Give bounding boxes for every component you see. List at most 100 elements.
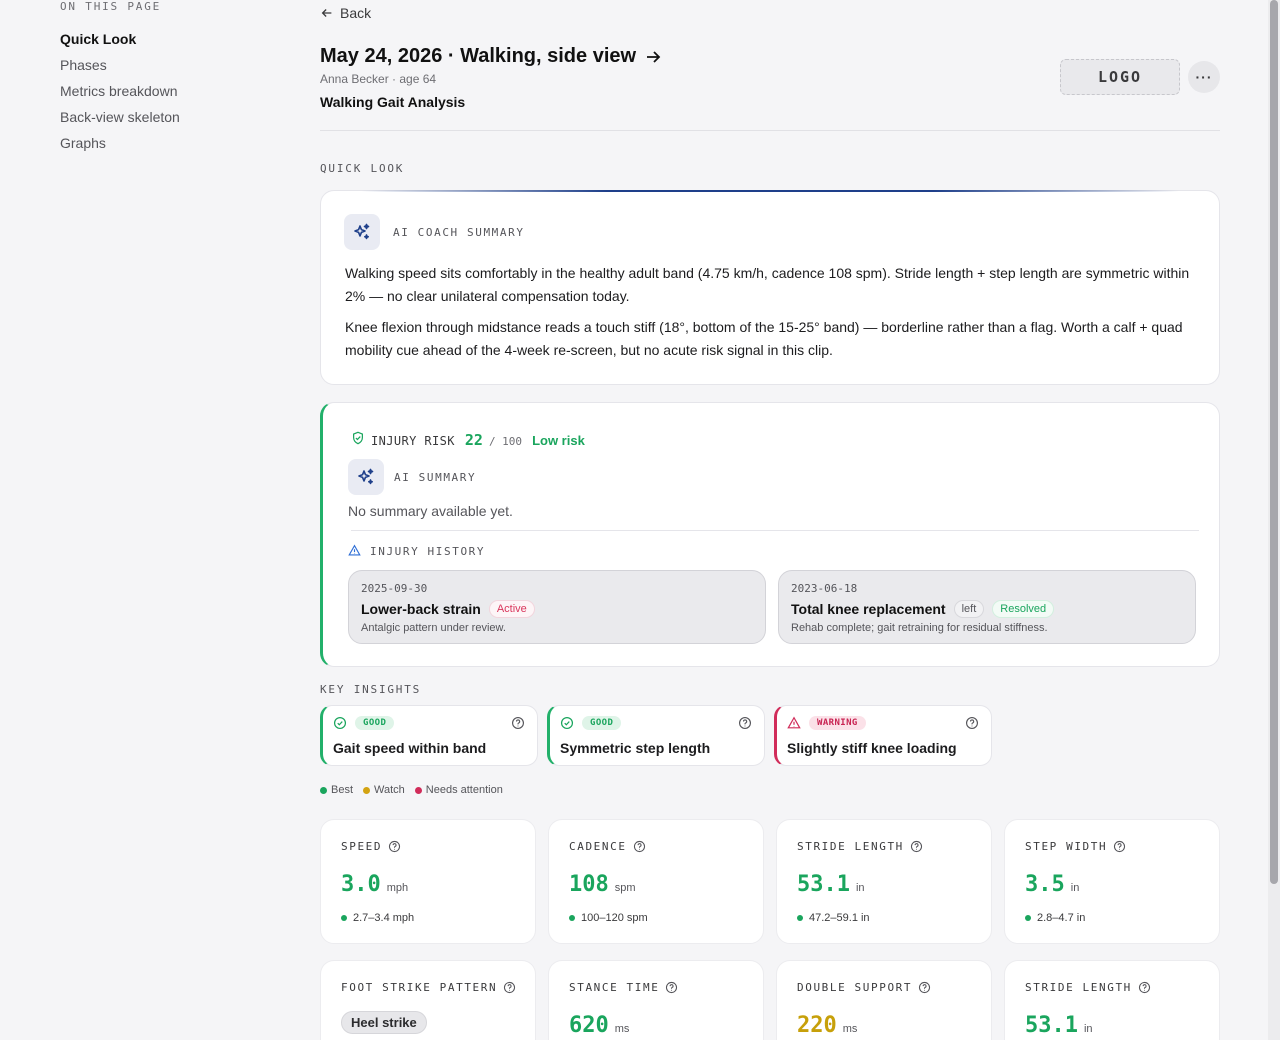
nav-item-phases[interactable]: Phases (60, 56, 260, 82)
insight-text: Slightly stiff knee loading (787, 740, 957, 756)
injury-history-label: INJURY HISTORY (370, 545, 486, 558)
metric-unit: ms (614, 1023, 630, 1035)
more-icon: ··· (1195, 69, 1213, 85)
metric-value: 53.1 (1025, 1013, 1078, 1038)
metric-card-cadence[interactable]: CADENCE 108 spm 100–120 spm (548, 819, 764, 944)
nav-item-quick-look[interactable]: Quick Look (60, 30, 260, 56)
shield-check-icon (353, 431, 363, 445)
injury-history-item[interactable]: 2023-06-18 Total knee replacement left R… (778, 570, 1196, 644)
green-dot-icon (320, 786, 327, 794)
amber-dot-icon (363, 786, 371, 794)
insight-badge: GOOD (355, 716, 395, 730)
metric-value: 3.0 (341, 872, 381, 897)
warning-triangle-icon (348, 544, 361, 556)
metric-label: STANCE TIME (569, 981, 660, 994)
metric-unit: in (855, 882, 865, 894)
legend-watch: Watch (363, 784, 405, 796)
injury-risk-card: INJURY RISK 22 / 100 Low risk AI SUMMARY… (320, 402, 1220, 667)
metric-card-stride-length[interactable]: STRIDE LENGTH 53.1 in 47.2–59.1 in (776, 819, 992, 944)
nav-item-graphs[interactable]: Graphs (60, 134, 260, 160)
foot-strike-tag: Heel strike (341, 1011, 427, 1034)
coach-paragraph-2: Knee flexion through midstance reads a t… (345, 319, 1183, 358)
legend-attention: Needs attention (414, 784, 503, 796)
scrollbar-thumb[interactable] (1270, 0, 1278, 884)
injury-date: 2023-06-18 (791, 582, 858, 595)
status-legend: Best Watch Needs attention (320, 784, 503, 796)
help-icon[interactable] (918, 981, 931, 994)
metric-range: 2.8–4.7 in (1037, 912, 1086, 924)
metric-card-step-width[interactable]: STEP WIDTH 3.5 in 2.8–4.7 in (1004, 819, 1220, 944)
help-icon[interactable] (1113, 840, 1126, 853)
arrow-right-icon[interactable] (644, 48, 662, 66)
legend-attention-label: Needs attention (425, 784, 503, 796)
on-this-page-nav: ON THIS PAGE Quick Look Phases Metrics b… (60, 0, 260, 160)
metric-value: 3.5 (1025, 872, 1065, 897)
metric-value: 53.1 (797, 872, 850, 897)
back-link[interactable]: Back (320, 5, 371, 21)
help-icon[interactable] (511, 716, 525, 730)
report-name: Walking Gait Analysis (320, 94, 466, 110)
logo-placeholder: LOGO (1060, 59, 1180, 95)
help-icon[interactable] (665, 981, 678, 994)
coach-summary-label: AI COACH SUMMARY (393, 226, 525, 239)
insight-card[interactable]: WARNING Slightly stiff knee loading (774, 705, 992, 766)
title-row: May 24, 2026 · Walking, side view (320, 45, 662, 68)
check-circle-icon (560, 716, 574, 730)
more-options-button[interactable]: ··· (1188, 61, 1220, 93)
help-icon[interactable] (633, 840, 646, 853)
coach-paragraph-1: Walking speed sits comfortably in the he… (345, 265, 1190, 304)
help-icon[interactable] (388, 840, 401, 853)
metric-range: 47.2–59.1 in (809, 912, 870, 924)
page-title: May 24, 2026 · Walking, side view (320, 45, 637, 67)
insight-card[interactable]: GOOD Symmetric step length (547, 705, 765, 766)
status-dot-icon (1025, 915, 1031, 921)
metric-range: 2.7–3.4 mph (353, 912, 415, 924)
check-circle-icon (333, 716, 347, 730)
sparkles-icon (344, 214, 380, 250)
risk-divider (351, 530, 1199, 531)
injury-note: Rehab complete; gait retraining for resi… (791, 622, 1048, 634)
injury-note: Antalgic pattern under review. (361, 622, 506, 634)
help-icon[interactable] (965, 716, 979, 730)
back-label: Back (340, 5, 372, 21)
ai-summary-label: AI SUMMARY (394, 471, 477, 484)
status-dot-icon (797, 915, 803, 921)
page-scrollbar[interactable] (1268, 0, 1280, 1040)
insight-badge: WARNING (809, 716, 866, 730)
metric-unit: spm (614, 882, 636, 894)
status-badge: Active (488, 600, 535, 618)
insight-text: Gait speed within band (333, 740, 487, 756)
nav-item-metrics-breakdown[interactable]: Metrics breakdown (60, 82, 260, 108)
metric-unit: in (1083, 1023, 1093, 1035)
metric-card-double-support[interactable]: DOUBLE SUPPORT 220 ms (776, 960, 992, 1040)
metric-unit: ms (842, 1023, 858, 1035)
injury-risk-score: 22 (464, 431, 483, 449)
help-icon[interactable] (910, 840, 923, 853)
nav-item-back-view-skeleton[interactable]: Back-view skeleton (60, 108, 260, 134)
injury-name: Lower-back strain (361, 601, 481, 617)
status-dot-icon (341, 915, 347, 921)
metric-unit: in (1070, 882, 1080, 894)
metric-label: CADENCE (569, 840, 627, 853)
key-insights-heading: KEY INSIGHTS (320, 683, 422, 696)
help-icon[interactable] (1138, 981, 1151, 994)
metric-card-speed[interactable]: SPEED 3.0 mph 2.7–3.4 mph (320, 819, 536, 944)
injury-history-item[interactable]: 2025-09-30 Lower-back strain Active Anta… (348, 570, 766, 644)
ai-summary-empty-text: No summary available yet. (348, 503, 513, 519)
metric-label: SPEED (341, 840, 383, 853)
help-icon[interactable] (503, 981, 516, 994)
metric-range: 100–120 spm (581, 912, 648, 924)
metric-label: STEP WIDTH (1025, 840, 1108, 853)
metric-card-foot-strike[interactable]: FOOT STRIKE PATTERN Heel strike (320, 960, 536, 1040)
injury-risk-label: INJURY RISK (371, 434, 455, 448)
metric-card-stride-length-2[interactable]: STRIDE LENGTH 53.1 in (1004, 960, 1220, 1040)
injury-risk-header: INJURY RISK 22 / 100 Low risk (351, 431, 585, 449)
header-divider (320, 130, 1220, 131)
metric-label: STRIDE LENGTH (797, 840, 904, 853)
help-icon[interactable] (738, 716, 752, 730)
metric-value: 220 (797, 1013, 837, 1038)
insight-text: Symmetric step length (560, 740, 711, 756)
sparkles-icon (348, 459, 384, 495)
metric-card-stance-time[interactable]: STANCE TIME 620 ms (548, 960, 764, 1040)
insight-card[interactable]: GOOD Gait speed within band (320, 705, 538, 766)
